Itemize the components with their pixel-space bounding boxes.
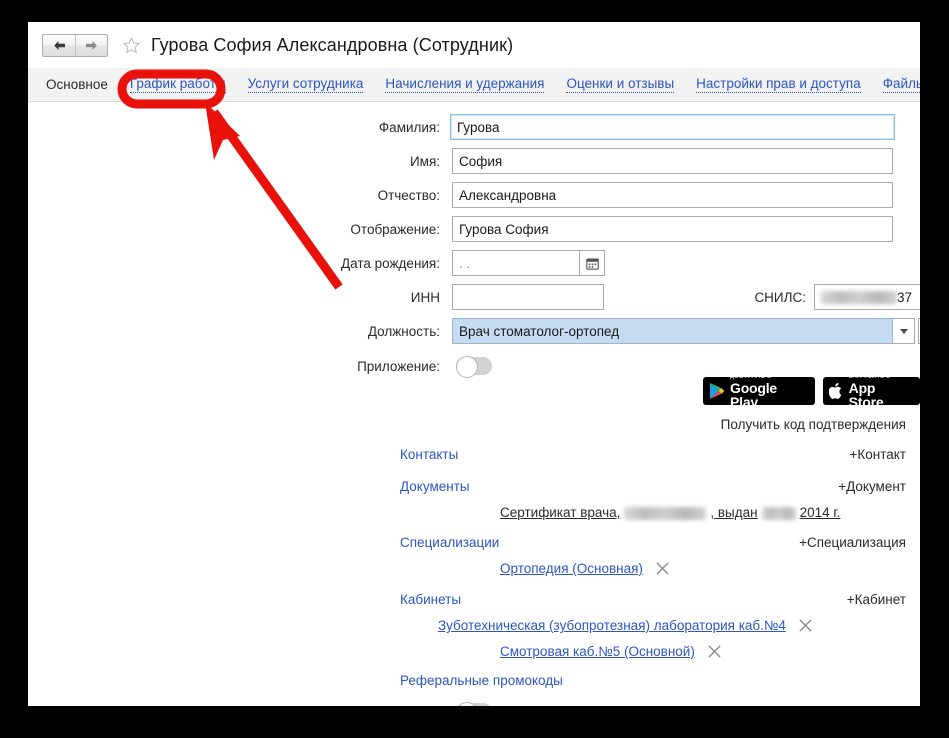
screenshot-root: Гурова София Александровна (Сотрудник) О… [0, 0, 949, 738]
remove-specialization-icon[interactable] [655, 561, 670, 576]
field-row-firstname: Имя: София [328, 148, 893, 174]
google-play-icon [709, 382, 725, 400]
inn-input[interactable] [452, 284, 604, 310]
app-window: Гурова София Александровна (Сотрудник) О… [28, 22, 920, 706]
app-store-badge-top: Загрузите в [848, 373, 891, 380]
favorite-button[interactable] [120, 34, 142, 56]
arrow-left-icon [53, 40, 65, 50]
add-contact-button[interactable]: +Контакт [850, 447, 907, 462]
navigation-button-group [42, 33, 108, 57]
page-title: Гурова София Александровна (Сотрудник) [151, 34, 514, 55]
add-specialization-button[interactable]: +Специализация [799, 535, 906, 550]
section-title-referral-promocodes[interactable]: Реферальные промокоды [400, 673, 563, 688]
field-row-surname: Фамилия: Гурова [328, 114, 895, 140]
arrow-right-icon [86, 40, 97, 50]
snils-input[interactable]: 000000037 [814, 284, 920, 310]
apple-logo-icon [828, 382, 844, 400]
tab-bar: Основное График работы Услуги сотрудника… [28, 68, 920, 102]
tab-nachisleniya-i-uderzhaniya[interactable]: Начисления и удержания [385, 76, 545, 93]
calendar-icon [585, 257, 599, 270]
label-snils: СНИЛС: [754, 289, 806, 305]
office-item-row-2: Смотровая каб.№5 (Основной) [500, 644, 722, 659]
label-inn: ИНН [410, 289, 440, 305]
section-title-documents[interactable]: Документы [400, 479, 470, 494]
get-confirmation-code-link[interactable]: Получить код подтверждения [721, 417, 906, 432]
tab-grafik-raboty[interactable]: График работы [129, 76, 226, 93]
label-birthdate: Дата рождения: [341, 255, 440, 271]
snils-redacted-part: 0000000 [821, 290, 897, 304]
label-app: Приложение: [357, 358, 440, 374]
snils-visible-suffix: 37 [897, 289, 913, 305]
section-title-contacts[interactable]: Контакты [400, 447, 458, 462]
office-item-row-1: Зуботехническая (зубопротезная) лаборато… [438, 618, 813, 633]
google-play-badge[interactable]: Доступно в Google Play [703, 374, 815, 409]
document-mid: , выдан [710, 505, 758, 520]
field-row-display-name: Отображение: Гурова София [328, 216, 893, 242]
field-row-patronymic: Отчество: Александровна [328, 182, 893, 208]
app-store-badge[interactable]: Загрузите в App Store [822, 374, 920, 409]
label-firstname: Имя: [409, 153, 440, 169]
field-row-birthdate: Дата рождения: . . [328, 250, 605, 276]
field-row-inn: ИНН [328, 284, 604, 310]
label-position: Должность: [367, 323, 440, 339]
app-toggle[interactable] [456, 356, 492, 378]
document-redacted-number: 000000 [624, 506, 707, 520]
field-row-online-booking: Онлайн запись: [328, 699, 492, 706]
patronymic-input[interactable]: Александровна [452, 182, 893, 208]
form-body: Фамилия: Гурова Имя: София Отчество: Але… [28, 103, 920, 706]
tab-ocenki-i-otzyvy[interactable]: Оценки и отзывы [566, 76, 675, 93]
firstname-input[interactable]: София [452, 148, 893, 174]
position-open-button[interactable] [918, 318, 920, 344]
tab-osnovnoe[interactable]: Основное [46, 77, 108, 92]
document-item-row: Сертификат врача,000000, выдан00.002014 … [500, 505, 840, 520]
tab-fayly[interactable]: Файлы [882, 76, 920, 93]
document-certificate-link[interactable]: Сертификат врача,000000, выдан00.002014 … [500, 505, 840, 520]
label-display-name: Отображение: [350, 221, 440, 237]
chevron-down-icon [899, 328, 908, 334]
document-suffix: 2014 г. [799, 505, 841, 520]
specialization-item-row: Ортопедия (Основная) [500, 561, 670, 576]
specialization-link[interactable]: Ортопедия (Основная) [500, 561, 643, 576]
position-dropdown-button[interactable] [893, 318, 915, 344]
birthdate-control: . . [452, 250, 605, 276]
window-title-bar: Гурова София Александровна (Сотрудник) [28, 22, 920, 68]
google-play-badge-text: Доступно в Google Play [730, 374, 807, 409]
document-redacted-date: 00.00 [761, 506, 796, 520]
online-booking-toggle[interactable] [456, 702, 492, 706]
forward-button[interactable] [75, 34, 107, 56]
field-row-snils: СНИЛС: 000000037 [744, 284, 920, 310]
position-control: Врач стоматолог-ортопед [452, 318, 920, 344]
add-office-button[interactable]: +Кабинет [847, 592, 906, 607]
office-link-lab[interactable]: Зуботехническая (зубопротезная) лаборато… [438, 618, 786, 633]
birthdate-input[interactable]: . . [452, 250, 580, 276]
field-row-position: Должность: Врач стоматолог-ортопед [328, 318, 920, 344]
section-title-offices[interactable]: Кабинеты [400, 592, 461, 607]
google-play-badge-top: Доступно в [730, 373, 772, 380]
field-row-app: Приложение: [328, 353, 492, 379]
section-title-specializations[interactable]: Специализации [400, 535, 499, 550]
tab-uslugi-sotrudnika[interactable]: Услуги сотрудника [247, 76, 364, 93]
store-badges: Доступно в Google Play Загрузите в App S… [703, 374, 920, 409]
remove-office-icon-2[interactable] [707, 644, 722, 659]
app-store-badge-text: Загрузите в App Store [849, 374, 912, 409]
back-button[interactable] [43, 35, 75, 56]
app-store-badge-bottom: App Store [848, 379, 884, 410]
add-document-button[interactable]: +Документ [838, 479, 906, 494]
surname-input[interactable]: Гурова [450, 114, 895, 140]
star-outline-icon [122, 37, 140, 53]
position-input[interactable]: Врач стоматолог-ортопед [452, 318, 893, 344]
display-name-input[interactable]: Гурова София [452, 216, 893, 242]
label-online-booking: Онлайн запись: [328, 705, 440, 707]
remove-office-icon-1[interactable] [798, 618, 813, 633]
label-surname: Фамилия: [378, 119, 440, 135]
office-link-smotrovaya[interactable]: Смотровая каб.№5 (Основной) [500, 644, 695, 659]
google-play-badge-bottom: Google Play [730, 379, 778, 410]
birthdate-calendar-button[interactable] [580, 250, 605, 276]
document-prefix: Сертификат врача, [500, 505, 621, 520]
tab-nastroyki-prav-i-dostupa[interactable]: Настройки прав и доступа [696, 76, 861, 93]
label-patronymic: Отчество: [377, 187, 440, 203]
